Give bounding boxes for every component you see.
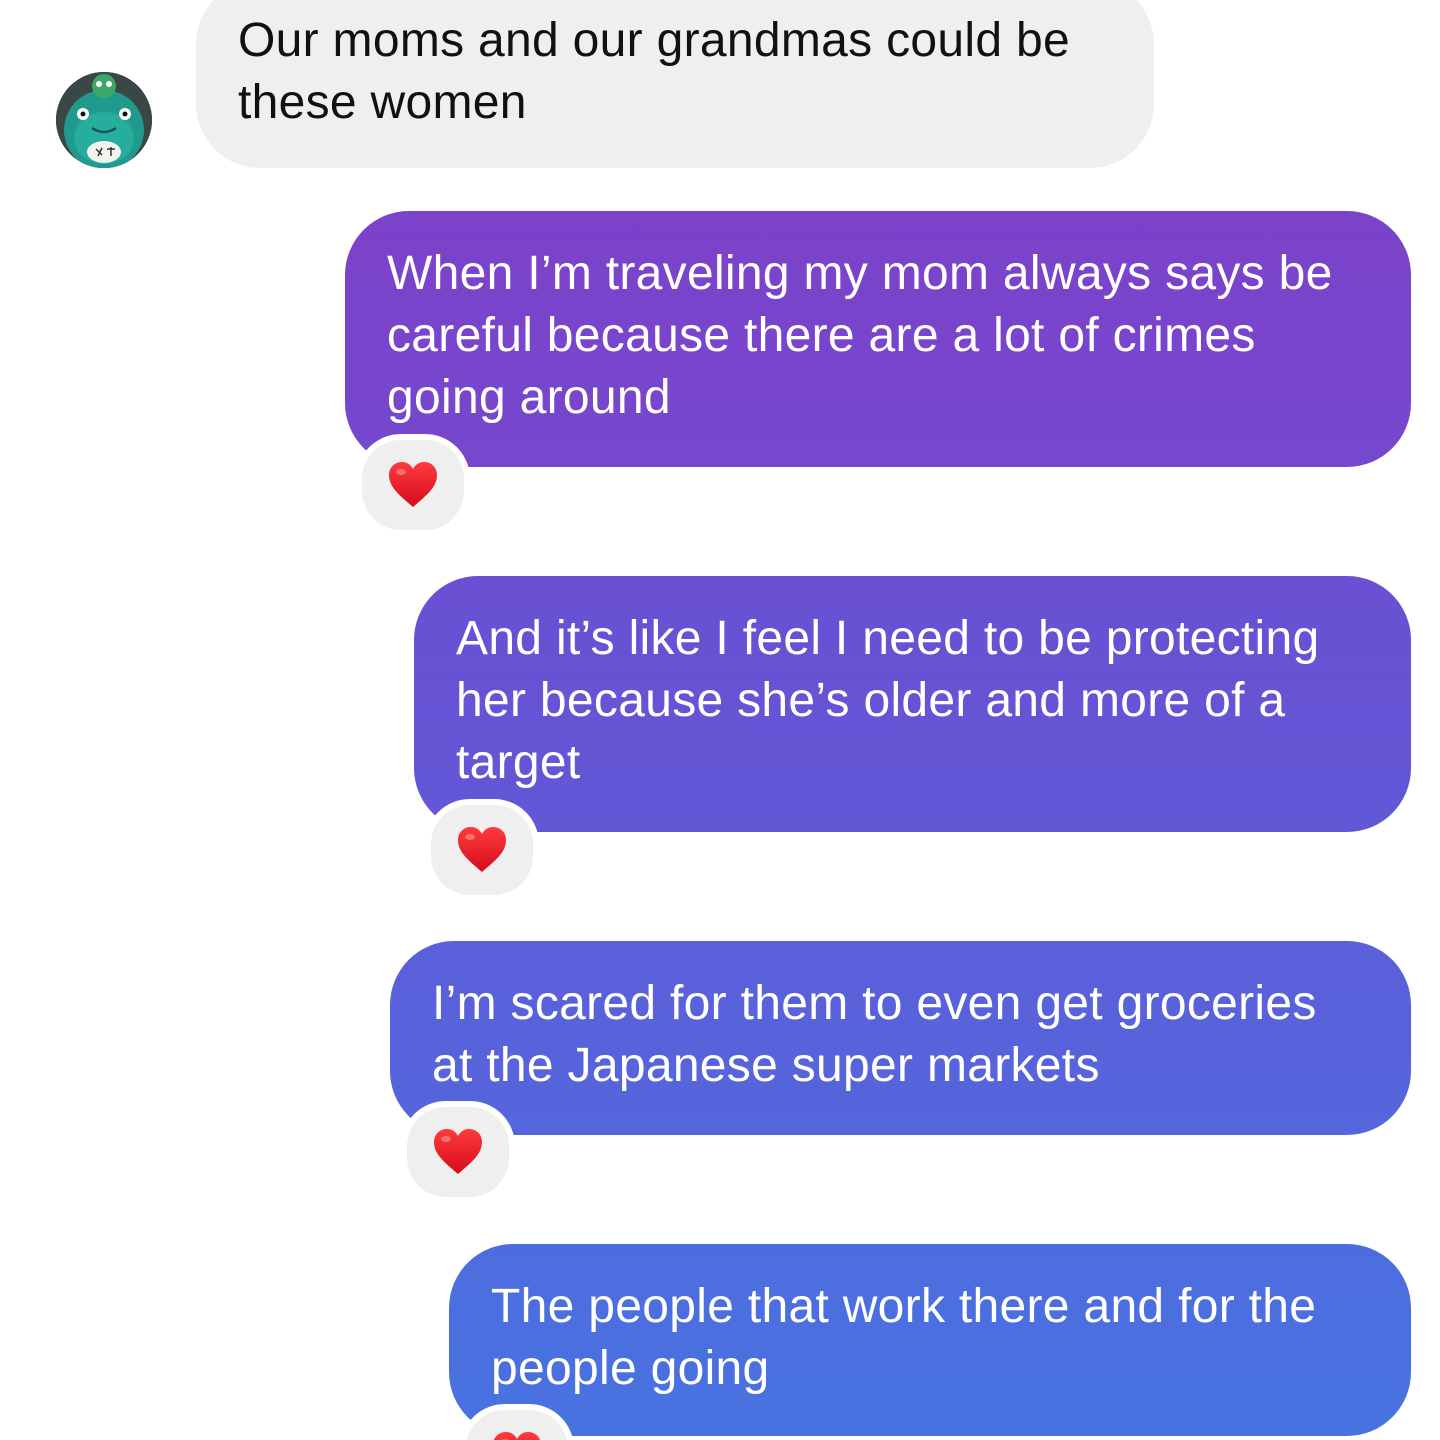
incoming-message-bubble[interactable]: Our moms and our grandmas could be these…: [196, 0, 1154, 168]
outgoing-message-bubble[interactable]: The people that work there and for the p…: [449, 1244, 1411, 1436]
outgoing-message-bubble[interactable]: And it’s like I feel I need to be protec…: [414, 576, 1411, 832]
message-text: And it’s like I feel I need to be protec…: [456, 612, 1320, 789]
red-heart-icon: [493, 1432, 541, 1440]
outgoing-message-bubble[interactable]: When I’m traveling my mom always says be…: [345, 211, 1411, 467]
red-heart-icon: [434, 1129, 482, 1174]
message-text: Our moms and our grandmas could be these…: [238, 14, 1070, 129]
frog-avatar-icon: [56, 72, 152, 168]
outgoing-message-bubble[interactable]: I’m scared for them to even get grocerie…: [390, 941, 1411, 1135]
heart-reaction[interactable]: [425, 799, 539, 901]
red-heart-icon: [389, 462, 437, 507]
heart-reaction[interactable]: [401, 1101, 515, 1203]
message-thread: Our moms and our grandmas could be these…: [0, 0, 1440, 1440]
message-text: I’m scared for them to even get grocerie…: [432, 977, 1317, 1092]
heart-reaction[interactable]: [356, 434, 470, 536]
sender-avatar[interactable]: [56, 72, 152, 168]
message-text: The people that work there and for the p…: [491, 1280, 1317, 1395]
red-heart-icon: [458, 827, 506, 872]
message-text: When I’m traveling my mom always says be…: [387, 247, 1333, 424]
